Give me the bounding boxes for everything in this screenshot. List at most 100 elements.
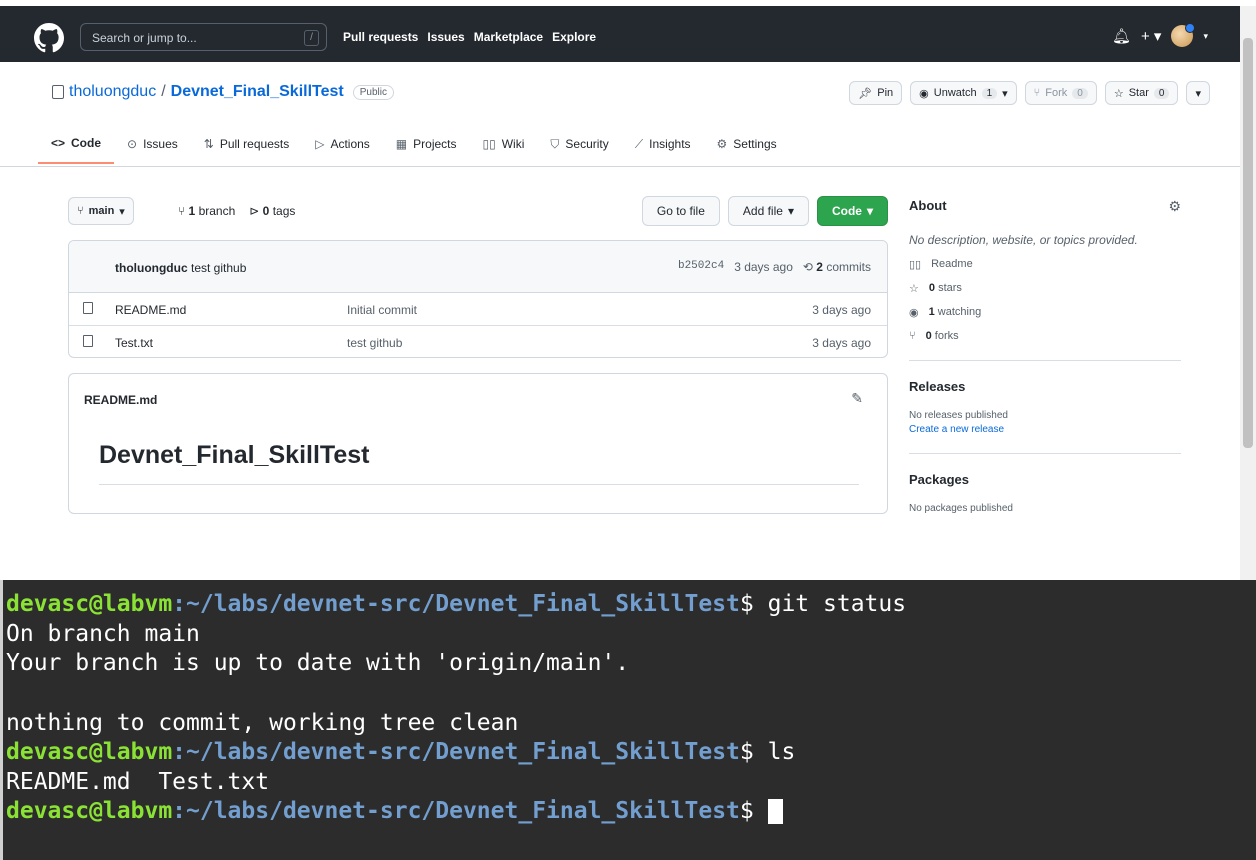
stars-link[interactable]: ☆ 0 stars — [909, 282, 1181, 295]
commits-link[interactable]: ⟲ 2 commits — [803, 260, 871, 274]
watching-label: watching — [937, 306, 982, 318]
commit-message[interactable]: test github — [191, 261, 246, 275]
watching-link[interactable]: ◉ 1 watching — [909, 306, 1181, 319]
chevron-down-icon: ▾ — [866, 204, 873, 218]
pin-icon: 📌︎ — [858, 87, 873, 100]
chevron-down-icon[interactable]: ▾ — [1203, 31, 1208, 42]
tags-label: tags — [272, 204, 296, 218]
nav-marketplace[interactable]: Marketplace — [474, 30, 543, 44]
commits-label: commits — [826, 260, 871, 274]
star-count: 0 — [1153, 87, 1170, 99]
gear-icon: ⚙ — [716, 137, 728, 151]
tags-link[interactable]: ⊳ 0 tags — [249, 204, 295, 218]
go-to-file-button[interactable]: Go to file — [641, 196, 720, 226]
add-file-button[interactable]: Add file ▾ — [727, 196, 809, 226]
repo-sidebar: About ⚙ No description, website, or topi… — [909, 198, 1181, 514]
prompt-symbol: $ — [739, 591, 768, 617]
forks-count: 0 — [925, 330, 932, 342]
terminal-line: README.md Test.txt — [6, 768, 270, 795]
star-label: Star — [1128, 87, 1149, 99]
commit-summary: tholuongduc test github — [115, 261, 246, 275]
packages-empty-text: No packages published — [909, 503, 1013, 514]
search-shortcut-key: / — [304, 30, 319, 46]
scrollbar-thumb[interactable] — [1243, 38, 1253, 448]
tab-pull-requests[interactable]: ⇅ Pull requests — [191, 128, 302, 164]
repo-name-link[interactable]: Devnet_Final_SkillTest — [171, 83, 344, 101]
fork-count: 0 — [1072, 87, 1088, 99]
code-button[interactable]: Code ▾ — [816, 196, 888, 226]
watch-count: 1 — [981, 87, 998, 99]
packages-title[interactable]: Packages — [909, 472, 1181, 487]
releases-title[interactable]: Releases — [909, 379, 1181, 394]
create-release-link[interactable]: Create a new release — [909, 424, 1181, 435]
commit-author[interactable]: tholuongduc — [115, 261, 188, 275]
tab-issues[interactable]: ⊙ Issues — [114, 128, 191, 164]
unwatch-button[interactable]: ◉ Unwatch 1 ▾ — [910, 81, 1017, 105]
page-scrollbar[interactable] — [1240, 6, 1256, 580]
terminal-line: devasc@labvm:~/labs/devnet-src/Devnet_Fi… — [6, 590, 1256, 620]
file-age: 3 days ago — [812, 303, 871, 317]
pencil-icon[interactable]: ✎ — [851, 390, 863, 407]
file-age: 3 days ago — [812, 336, 871, 350]
file-name-link[interactable]: Test.txt — [115, 336, 153, 350]
star-icon: ☆ — [909, 283, 919, 295]
terminal-border — [0, 580, 3, 860]
terminal-cursor — [767, 799, 783, 824]
terminal-line: devasc@labvm:~/labs/devnet-src/Devnet_Fi… — [6, 738, 1256, 768]
github-logo-icon[interactable] — [34, 23, 64, 53]
gear-icon[interactable]: ⚙ — [1168, 198, 1181, 215]
issue-icon: ⊙ — [127, 137, 138, 151]
terminal-command: ls — [767, 739, 796, 765]
latest-commit: tholuongduc test github b2502c4 3 days a… — [69, 241, 887, 293]
pull-request-icon: ⇅ — [203, 137, 214, 151]
tab-security[interactable]: ⛉ Security — [537, 128, 621, 164]
readme-filename[interactable]: README.md — [84, 393, 157, 407]
search-input[interactable]: Search or jump to... / — [80, 23, 327, 51]
branches-link[interactable]: ⑂ 1 branch — [178, 204, 235, 218]
file-icon — [83, 302, 93, 314]
tab-wiki[interactable]: ▯▯ Wiki — [470, 128, 538, 164]
pin-button[interactable]: 📌︎ Pin — [849, 81, 903, 105]
fork-button[interactable]: ⑂ Fork 0 — [1024, 81, 1097, 105]
avatar[interactable] — [1171, 23, 1196, 47]
commits-count: 2 — [816, 260, 823, 274]
nav-explore[interactable]: Explore — [552, 30, 596, 44]
file-commit-message[interactable]: test github — [347, 336, 402, 350]
tab-code[interactable]: <> Code — [38, 128, 115, 164]
branches-count: 1 — [188, 204, 196, 218]
prompt-path: :~/labs/devnet-src/Devnet_Final_SkillTes… — [172, 739, 740, 765]
tags-count: 0 — [262, 204, 270, 218]
history-icon: ⟲ — [802, 260, 817, 274]
chevron-down-icon: ▾ — [787, 204, 794, 218]
tabs-divider — [0, 166, 1240, 167]
commit-age: 3 days ago — [734, 260, 793, 274]
terminal-window[interactable]: devasc@labvm:~/labs/devnet-src/Devnet_Fi… — [0, 580, 1256, 860]
releases-empty-text: No releases published — [909, 410, 1008, 421]
star-dropdown-button[interactable]: ▾ — [1186, 81, 1210, 105]
tab-insights[interactable]: ⟋ Insights — [622, 128, 704, 164]
readme-label: Readme — [931, 258, 973, 270]
bell-icon[interactable]: 🔔︎ — [1112, 27, 1131, 45]
commit-sha[interactable]: b2502c4 — [678, 260, 724, 274]
tab-label: Issues — [143, 137, 178, 151]
tab-projects[interactable]: ▦ Projects — [383, 128, 470, 164]
tab-settings[interactable]: ⚙ Settings — [704, 128, 790, 164]
repo-owner-link[interactable]: tholuongduc — [69, 83, 156, 101]
forks-link[interactable]: ⑂ 0 forks — [909, 330, 1181, 342]
branch-select-button[interactable]: ⑂ main ▾ — [68, 197, 134, 225]
file-name-link[interactable]: README.md — [115, 303, 186, 317]
star-button[interactable]: ☆ Star 0 — [1104, 81, 1179, 105]
about-description: No description, website, or topics provi… — [909, 233, 1138, 247]
nav-pull-requests[interactable]: Pull requests — [343, 30, 418, 44]
book-icon: ▯▯ — [482, 137, 496, 151]
sidebar-divider — [909, 360, 1181, 361]
plus-dropdown-icon[interactable]: + ▾ — [1141, 27, 1161, 45]
file-commit-message[interactable]: Initial commit — [347, 303, 417, 317]
code-icon: <> — [51, 136, 66, 150]
nav-issues[interactable]: Issues — [427, 30, 464, 44]
branch-tag-links: ⑂ 1 branch ⊳ 0 tags — [178, 204, 295, 218]
readme-divider — [99, 484, 859, 485]
readme-link[interactable]: ▯▯ Readme — [909, 258, 1181, 271]
shield-icon: ⛉ — [550, 136, 560, 151]
tab-actions[interactable]: ▷ Actions — [302, 128, 383, 164]
